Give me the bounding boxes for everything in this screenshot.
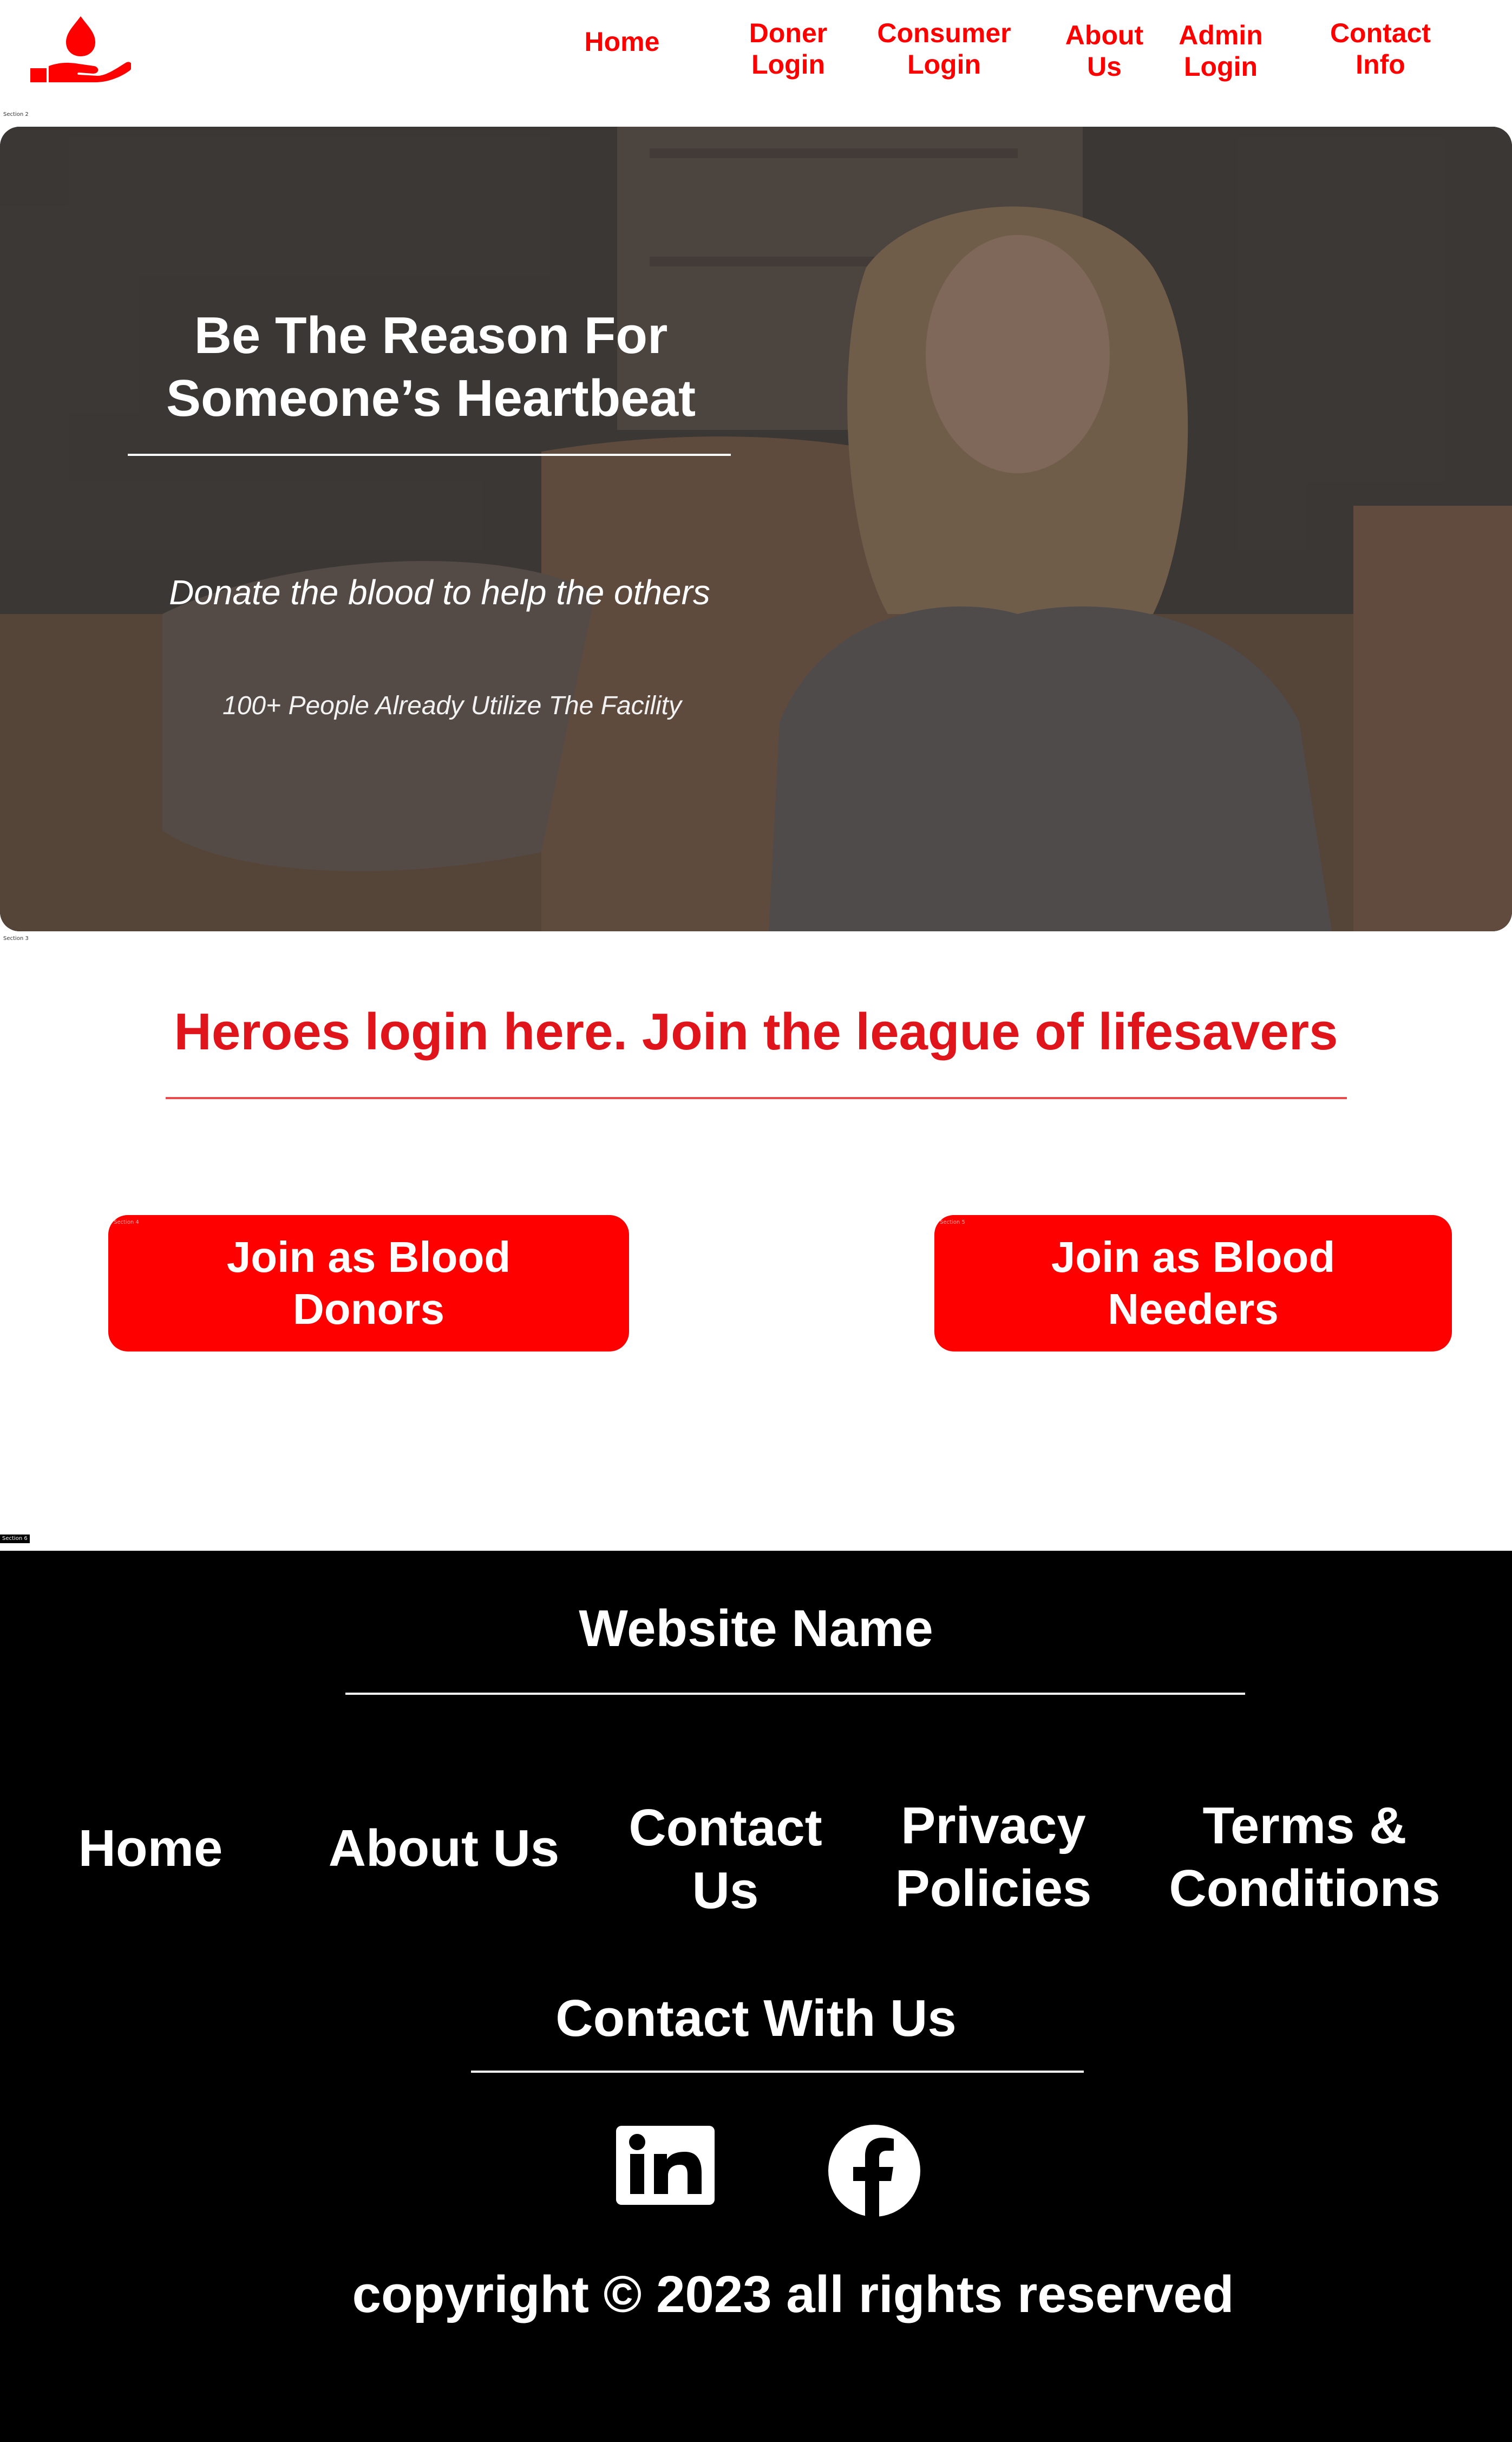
section-tag: Section 5 <box>940 1219 965 1225</box>
footer-link-terms-conditions[interactable]: Terms & Conditions <box>1142 1794 1467 1920</box>
nav-consumer-login[interactable]: Consumer Login <box>868 17 1020 80</box>
footer-contact-heading: Contact With Us <box>555 1989 957 2047</box>
nav-home[interactable]: Home <box>576 26 668 57</box>
hero-subtitle: Donate the blood to help the others <box>169 573 710 612</box>
join-blood-donors-button[interactable]: Join as Blood Donors <box>108 1215 629 1351</box>
footer-divider <box>345 1693 1245 1695</box>
heroes-heading: Heroes login here. Join the league of li… <box>174 1003 1338 1061</box>
footer-link-contact-us[interactable]: Contact Us <box>606 1797 845 1922</box>
hero-divider <box>128 454 731 456</box>
hero-overlay <box>0 127 1512 931</box>
footer-copyright: copyright © 2023 all rights reserved <box>352 2265 1234 2323</box>
section-tag: Section 2 <box>1 110 31 119</box>
blood-drop-hand-logo-icon[interactable] <box>30 16 131 82</box>
linkedin-icon[interactable] <box>616 2126 715 2205</box>
section-tag: Section 4 <box>114 1219 139 1225</box>
section-tag: Section 3 <box>1 935 31 943</box>
footer-contact-divider <box>471 2071 1084 2073</box>
footer-link-about-us[interactable]: About Us <box>314 1817 574 1880</box>
footer-link-privacy-policies[interactable]: Privacy Policies <box>877 1794 1110 1920</box>
site-footer: Website Name Home About Us Contact Us Pr… <box>0 1551 1512 2442</box>
nav-contact-info[interactable]: Contact Info <box>1321 17 1440 80</box>
hero-stat: 100+ People Already Utilize The Facility <box>222 691 682 720</box>
hero-title: Be The Reason For Someone’s Heartbeat <box>166 306 696 427</box>
nav-doner-login[interactable]: Doner Login <box>734 17 842 80</box>
footer-site-name: Website Name <box>579 1599 933 1657</box>
facebook-icon[interactable] <box>828 2125 920 2217</box>
nav-admin-login[interactable]: Admin Login <box>1169 19 1272 82</box>
nav-about-us[interactable]: About Us <box>1056 19 1153 82</box>
site-header: Home Doner Login Consumer Login About Us… <box>0 0 1512 126</box>
footer-link-home[interactable]: Home <box>43 1817 258 1880</box>
section-tag: Section 6 <box>0 1535 30 1543</box>
heroes-divider <box>166 1097 1347 1099</box>
hero-banner: Be The Reason For Someone’s Heartbeat Do… <box>0 127 1512 931</box>
join-blood-needers-button[interactable]: Join as Blood Needers <box>934 1215 1452 1351</box>
